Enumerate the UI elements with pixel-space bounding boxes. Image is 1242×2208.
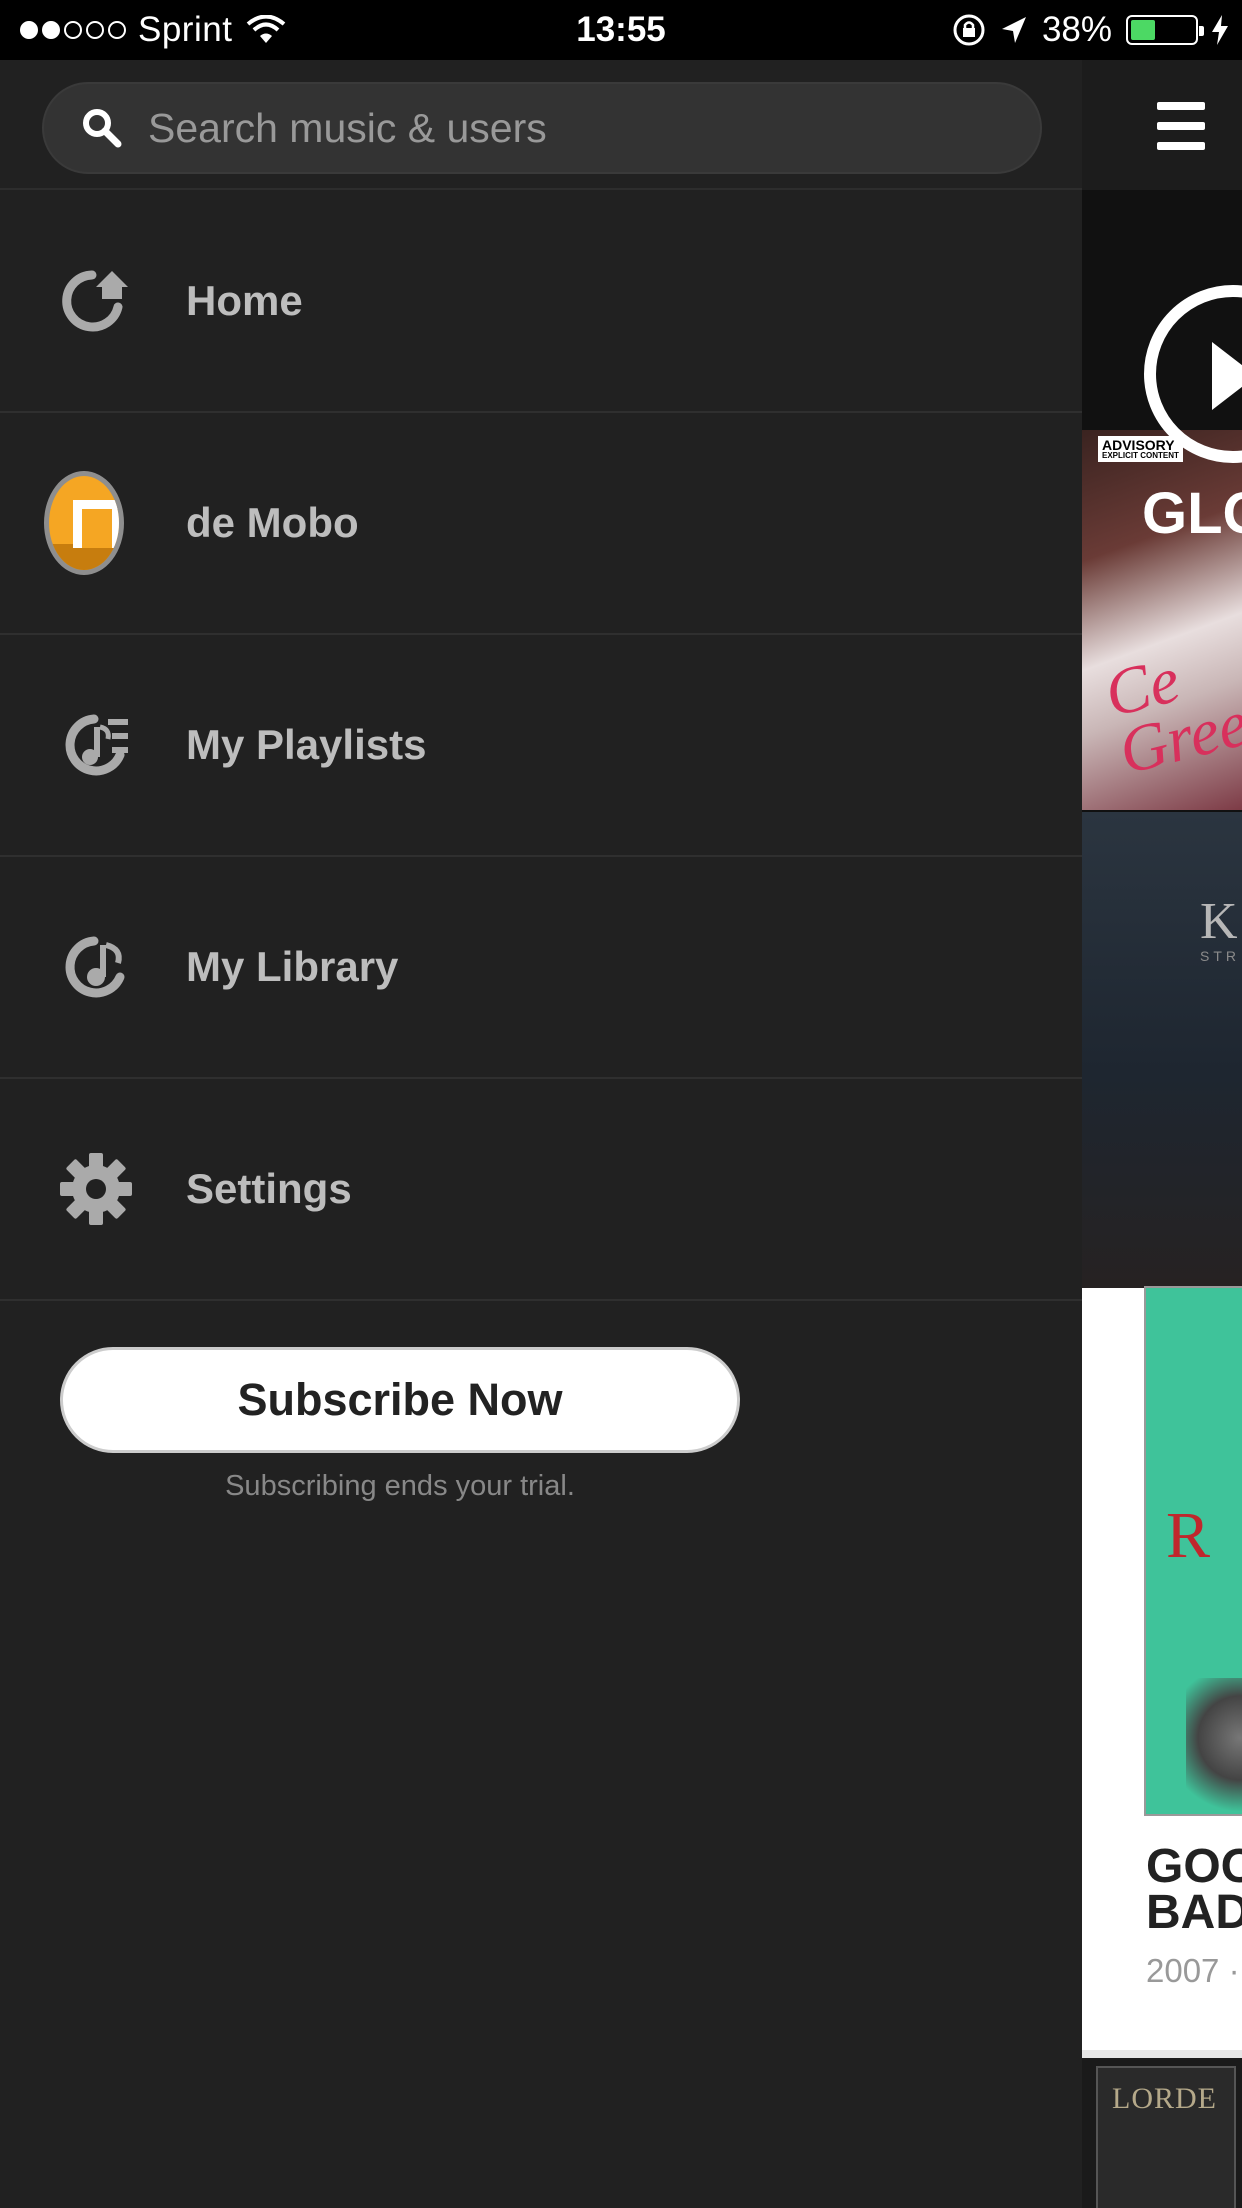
album-card-year: 2007 · — [1146, 1952, 1240, 1989]
status-bar: Sprint 13:55 38% — [0, 0, 1242, 60]
search-icon — [83, 109, 122, 148]
album-letter-text: K — [1200, 893, 1238, 950]
album-cover-2[interactable]: K STR — [1082, 812, 1242, 1288]
battery-percent: 38% — [1041, 10, 1112, 49]
search-input[interactable] — [148, 104, 968, 152]
search-field[interactable] — [42, 82, 1042, 174]
menu-label-settings: Settings — [186, 1165, 352, 1212]
album-cover-3[interactable]: LORDE — [1082, 2050, 1242, 2208]
menu-label-home: Home — [186, 277, 303, 324]
album-title-text: GLO — [1142, 481, 1242, 546]
subscribe-note: Subscribing ends your trial. — [225, 1470, 575, 1502]
menu-item-profile[interactable]: de Mobo — [0, 413, 1082, 635]
album-cover-1[interactable]: ADVISORY EXPLICIT CONTENT GLO Ce Gree — [1082, 430, 1242, 810]
home-icon — [56, 261, 136, 341]
menu-label-library: My Library — [186, 943, 399, 990]
album-artist-text: LORDE — [1112, 2082, 1217, 2115]
menu-label-playlists: My Playlists — [186, 721, 427, 768]
album-subtitle-text: STR — [1200, 948, 1240, 964]
charging-bolt-icon — [1212, 15, 1228, 45]
parental-advisory-badge: ADVISORY EXPLICIT CONTENT — [1098, 436, 1183, 462]
menu-item-settings[interactable]: Settings — [0, 1079, 1082, 1301]
avatar — [44, 471, 136, 575]
album-art: LORDE — [1096, 2066, 1236, 2208]
cover-letter-text: R — [1166, 1499, 1211, 1572]
album-script-text: Ce Gree — [1097, 642, 1242, 790]
orientation-lock-icon — [953, 14, 985, 46]
main-header — [1082, 60, 1242, 190]
subscribe-now-button[interactable]: Subscribe Now — [60, 1347, 740, 1453]
menu-item-playlists[interactable]: My Playlists — [0, 635, 1082, 857]
hamburger-icon[interactable] — [1157, 102, 1205, 150]
play-icon — [1212, 342, 1242, 410]
navigation-drawer: Home de Mobo My Playlists — [0, 60, 1082, 2208]
playlist-icon — [56, 705, 136, 785]
location-arrow-icon — [1001, 17, 1026, 43]
menu-item-library[interactable]: My Library — [0, 857, 1082, 1079]
main-content-peek[interactable]: ADVISORY EXPLICIT CONTENT GLO Ce Gree K … — [1082, 60, 1242, 2208]
gear-icon — [56, 1149, 136, 1229]
battery-icon — [1126, 15, 1204, 45]
menu-label-profile: de Mobo — [186, 499, 359, 546]
search-bar — [0, 60, 1082, 190]
album-card-title[interactable]: GOO BAD — [1146, 1843, 1242, 1937]
album-card-cover[interactable]: R — [1144, 1286, 1242, 1828]
menu-item-home[interactable]: Home — [0, 191, 1082, 413]
cover-image — [1186, 1678, 1242, 1828]
library-icon — [56, 927, 136, 1007]
